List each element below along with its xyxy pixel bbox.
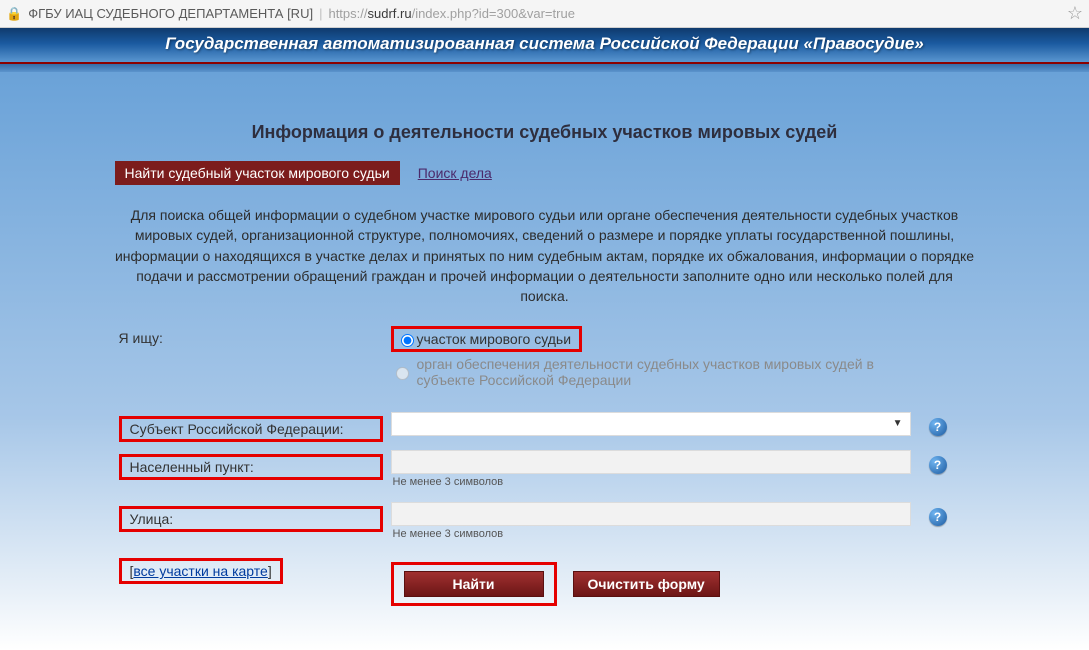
radio-organ[interactable] xyxy=(396,367,409,380)
tab-find-court[interactable]: Найти судебный участок мирового судьи xyxy=(115,161,400,185)
city-label: Населенный пункт: xyxy=(130,459,254,475)
city-label-highlight: Населенный пункт: xyxy=(119,454,383,480)
subject-select[interactable] xyxy=(391,412,911,436)
city-input[interactable] xyxy=(391,450,911,474)
browser-address-bar: 🔒 ФГБУ ИАЦ СУДЕБНОГО ДЕПАРТАМЕНТА [RU] |… xyxy=(0,0,1089,28)
tab-search-case[interactable]: Поиск дела xyxy=(418,165,492,181)
separator: | xyxy=(319,6,322,21)
radio-option-court-highlight: участок мирового судьи xyxy=(391,326,583,352)
map-link-highlight: [все участки на карте] xyxy=(119,558,283,584)
help-icon[interactable]: ? xyxy=(929,456,947,474)
bookmark-star-icon[interactable]: ☆ xyxy=(1067,3,1083,24)
page-title: Информация о деятельности судебных участ… xyxy=(0,122,1089,143)
help-icon[interactable]: ? xyxy=(929,418,947,436)
street-label: Улица: xyxy=(130,511,174,527)
tab-row: Найти судебный участок мирового судьи По… xyxy=(115,161,975,185)
subject-label: Субъект Российской Федерации: xyxy=(130,421,344,437)
street-input[interactable] xyxy=(391,502,911,526)
clear-button[interactable]: Очистить форму xyxy=(573,571,720,597)
street-label-highlight: Улица: xyxy=(119,506,383,532)
all-on-map-link[interactable]: все участки на карте xyxy=(133,563,267,579)
content-area: Информация о деятельности судебных участ… xyxy=(0,72,1089,650)
city-hint: Не менее 3 символов xyxy=(393,476,921,488)
help-icon[interactable]: ? xyxy=(929,508,947,526)
radio-organ-label: орган обеспечения деятельности судебных … xyxy=(417,356,921,388)
lock-icon: 🔒 xyxy=(6,6,22,22)
url[interactable]: https://sudrf.ru/index.php?id=300&var=tr… xyxy=(328,6,574,21)
search-form: Я ищу: участок мирового судьи орган обес… xyxy=(115,326,975,650)
street-hint: Не менее 3 символов xyxy=(393,528,921,540)
radio-court[interactable] xyxy=(401,334,414,347)
find-button-highlight: Найти xyxy=(391,562,557,606)
find-button[interactable]: Найти xyxy=(404,571,544,597)
radio-court-label: участок мирового судьи xyxy=(417,331,572,347)
subject-label-highlight: Субъект Российской Федерации: xyxy=(119,416,383,442)
ssl-org: ФГБУ ИАЦ СУДЕБНОГО ДЕПАРТАМЕНТА [RU] xyxy=(28,6,313,21)
i-search-label: Я ищу: xyxy=(119,330,163,346)
banner-sub-stripe xyxy=(0,64,1089,72)
site-banner: Государственная автоматизированная систе… xyxy=(0,28,1089,64)
intro-text: Для поиска общей информации о судебном у… xyxy=(115,197,975,326)
